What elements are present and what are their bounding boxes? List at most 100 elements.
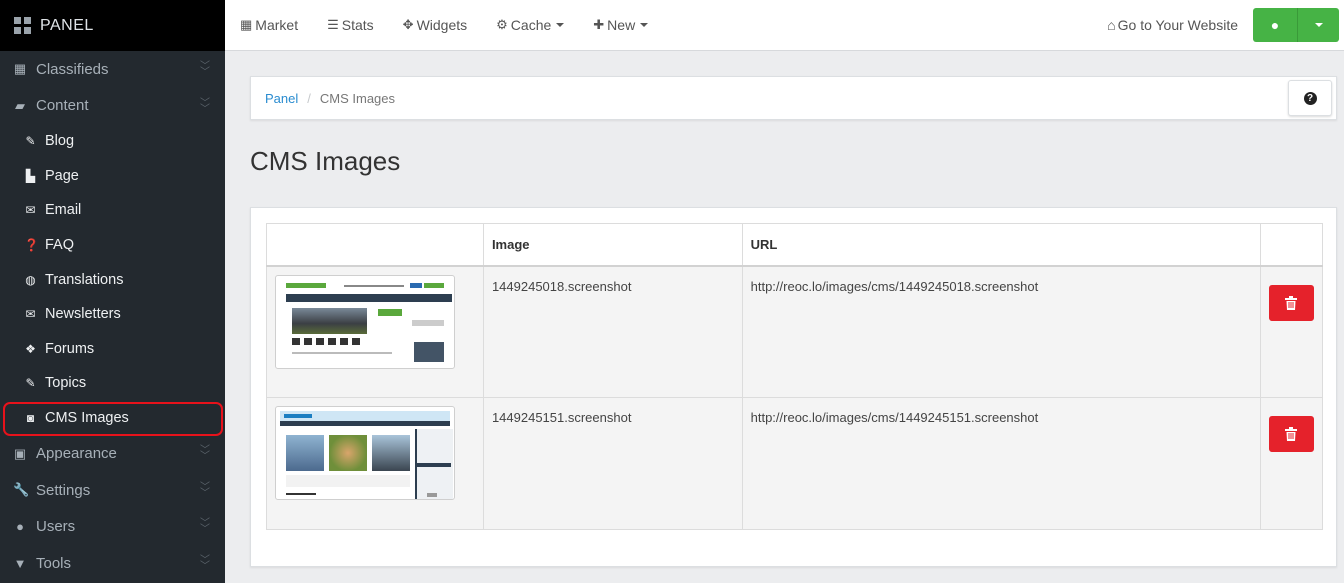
sidebar-item-blog[interactable]: ✎ Blog [0, 124, 225, 159]
sidebar-item-email[interactable]: ✉ Email [0, 193, 225, 228]
breadcrumb-current: CMS Images [319, 90, 396, 106]
table-header-row: Image URL [266, 223, 1324, 267]
image-thumbnail[interactable] [275, 274, 455, 369]
sidebar-item-forums[interactable]: ❖ Forums [0, 332, 225, 367]
sidebar-item-label: Translations [45, 271, 124, 288]
sidebar-item-topics[interactable]: ✎ Topics [0, 366, 225, 401]
sidebar-group-label: Tools [36, 554, 72, 572]
topnav-label: Widgets [416, 17, 468, 33]
chevron-down-icon: ﹀ ﹀ [200, 518, 210, 536]
sidebar-item-label: FAQ [45, 237, 75, 254]
plus-icon: ✚ [593, 17, 605, 32]
goto-website-label: Go to Your Website [1117, 17, 1238, 33]
folder-open-icon: ▰ [15, 97, 25, 113]
topnav-new[interactable]: ✚ New [593, 17, 649, 33]
move-icon: ✥ [402, 17, 414, 32]
filter-icon: ▼ [13, 555, 27, 571]
highlight-outline [3, 401, 223, 436]
sidebar-group-label: Users [36, 518, 76, 536]
sidebar-group-settings[interactable]: 🔧 Settings ﹀ ﹀ [0, 472, 225, 509]
thumbnail-cell [266, 265, 484, 398]
topbar: ▦ Market ☰ Stats ✥ Widgets ⚙ Cache ✚ New… [225, 0, 1344, 51]
topnav-widgets[interactable]: ✥ Widgets [403, 17, 467, 33]
sidebar-group-label: Appearance [36, 445, 117, 463]
table-row: 1449245151.screenshot http://reoc.lo/ima… [266, 397, 1324, 530]
wrench-icon: 🔧 [13, 482, 30, 498]
chevron-down-icon: ﹀ ﹀ [200, 554, 210, 572]
sidebar-item-label: Blog [45, 133, 75, 150]
sidebar-group-tools[interactable]: ▼ Tools ﹀ ﹀ [0, 545, 225, 582]
column-header-actions [1259, 223, 1324, 267]
caret-down-icon [640, 23, 649, 27]
pencil-icon: ✎ [25, 134, 36, 149]
sidebar-item-page[interactable]: ▙ Page [0, 159, 225, 194]
user-menu-toggle[interactable] [1298, 8, 1339, 42]
brand-label: PANEL [40, 16, 94, 34]
user-icon: ● [16, 519, 24, 535]
goto-website-link[interactable]: ⌂ Go to Your Website [1107, 17, 1238, 33]
image-url-cell: http://reoc.lo/images/cms/1449245151.scr… [741, 397, 1261, 530]
sidebar-group-users[interactable]: ● Users ﹀ ﹀ [0, 508, 225, 545]
chevron-down-icon: ﹀ ﹀ [200, 445, 210, 463]
chevron-down-icon: ﹀ ﹀ [200, 481, 210, 499]
list-icon: ☰ [327, 17, 339, 32]
gift-icon: ▦ [240, 17, 253, 32]
sidebar-group-label: Settings [36, 481, 91, 499]
sidebar-item-label: Email [45, 202, 82, 219]
trash-icon [1285, 427, 1298, 441]
breadcrumb-separator: / [307, 90, 311, 106]
tags-icon: ❖ [25, 341, 36, 356]
question-circle-icon: ? [1303, 91, 1317, 105]
actions-cell [1259, 397, 1324, 530]
topnav-stats[interactable]: ☰ Stats [327, 17, 374, 33]
question-circle-icon: ❓ [24, 238, 39, 253]
chevron-down-icon: ﹀ ﹀ [200, 61, 210, 78]
topnav-cache[interactable]: ⚙ Cache [496, 17, 565, 33]
sidebar-item-translations[interactable]: ◍ Translations [0, 262, 225, 297]
chevron-down-icon: ﹀ ﹀ [200, 97, 210, 115]
envelope-icon: ✉ [25, 203, 36, 218]
sidebar-group-classifieds[interactable]: ▦ Classifieds ﹀ ﹀ [0, 51, 225, 88]
sidebar-group-appearance[interactable]: ▣ Appearance ﹀ ﹀ [0, 435, 225, 472]
grid-icon [14, 17, 31, 34]
home-icon: ⌂ [1107, 17, 1116, 33]
help-button[interactable]: ? [1288, 80, 1332, 116]
user-menu-button[interactable]: ● [1253, 8, 1339, 42]
images-table: Image URL 1449245018.screenshot http://r… [266, 223, 1324, 530]
picture-icon: ▣ [13, 445, 27, 461]
caret-down-icon [556, 23, 565, 27]
file-icon: ▙ [25, 168, 36, 183]
topnav-label: New [607, 17, 636, 33]
sidebar-item-label: Topics [45, 375, 87, 392]
sidebar-item-faq[interactable]: ❓ FAQ [0, 228, 225, 263]
column-header-url: URL [741, 223, 1261, 267]
sidebar-group-content[interactable]: ▰ Content ﹀ ﹀ [0, 88, 225, 125]
sidebar-item-newsletters[interactable]: ✉ Newsletters [0, 297, 225, 332]
sidebar-item-label: Newsletters [45, 306, 121, 323]
topnav-label: Stats [341, 17, 374, 33]
envelope-icon: ✉ [25, 307, 36, 322]
pencil-icon: ✎ [25, 376, 36, 391]
grid-icon: ▦ [13, 61, 27, 77]
breadcrumb-panel-link[interactable]: Panel [265, 91, 298, 106]
user-icon[interactable]: ● [1253, 8, 1298, 42]
topnav-label: Market [255, 17, 299, 33]
column-header-thumb [266, 223, 484, 267]
image-name-cell: 1449245151.screenshot [482, 397, 743, 530]
gear-icon: ⚙ [496, 17, 508, 32]
delete-button[interactable] [1268, 284, 1314, 321]
images-panel: Image URL 1449245018.screenshot http://r… [250, 207, 1337, 567]
sidebar-item-label: Page [45, 167, 79, 184]
thumbnail-cell [266, 397, 484, 530]
image-url-cell: http://reoc.lo/images/cms/1449245018.scr… [741, 265, 1261, 398]
actions-cell [1259, 265, 1324, 398]
sidebar-item-cms-images[interactable]: ◙ CMS Images [0, 401, 225, 436]
brand[interactable]: PANEL [0, 0, 225, 51]
delete-button[interactable] [1268, 416, 1314, 452]
column-header-image: Image [482, 223, 743, 267]
caret-down-icon [1314, 23, 1323, 27]
image-thumbnail[interactable] [275, 406, 455, 500]
table-row: 1449245018.screenshot http://reoc.lo/ima… [266, 265, 1324, 398]
image-name-cell: 1449245018.screenshot [482, 265, 743, 398]
topnav-market[interactable]: ▦ Market [240, 17, 298, 33]
